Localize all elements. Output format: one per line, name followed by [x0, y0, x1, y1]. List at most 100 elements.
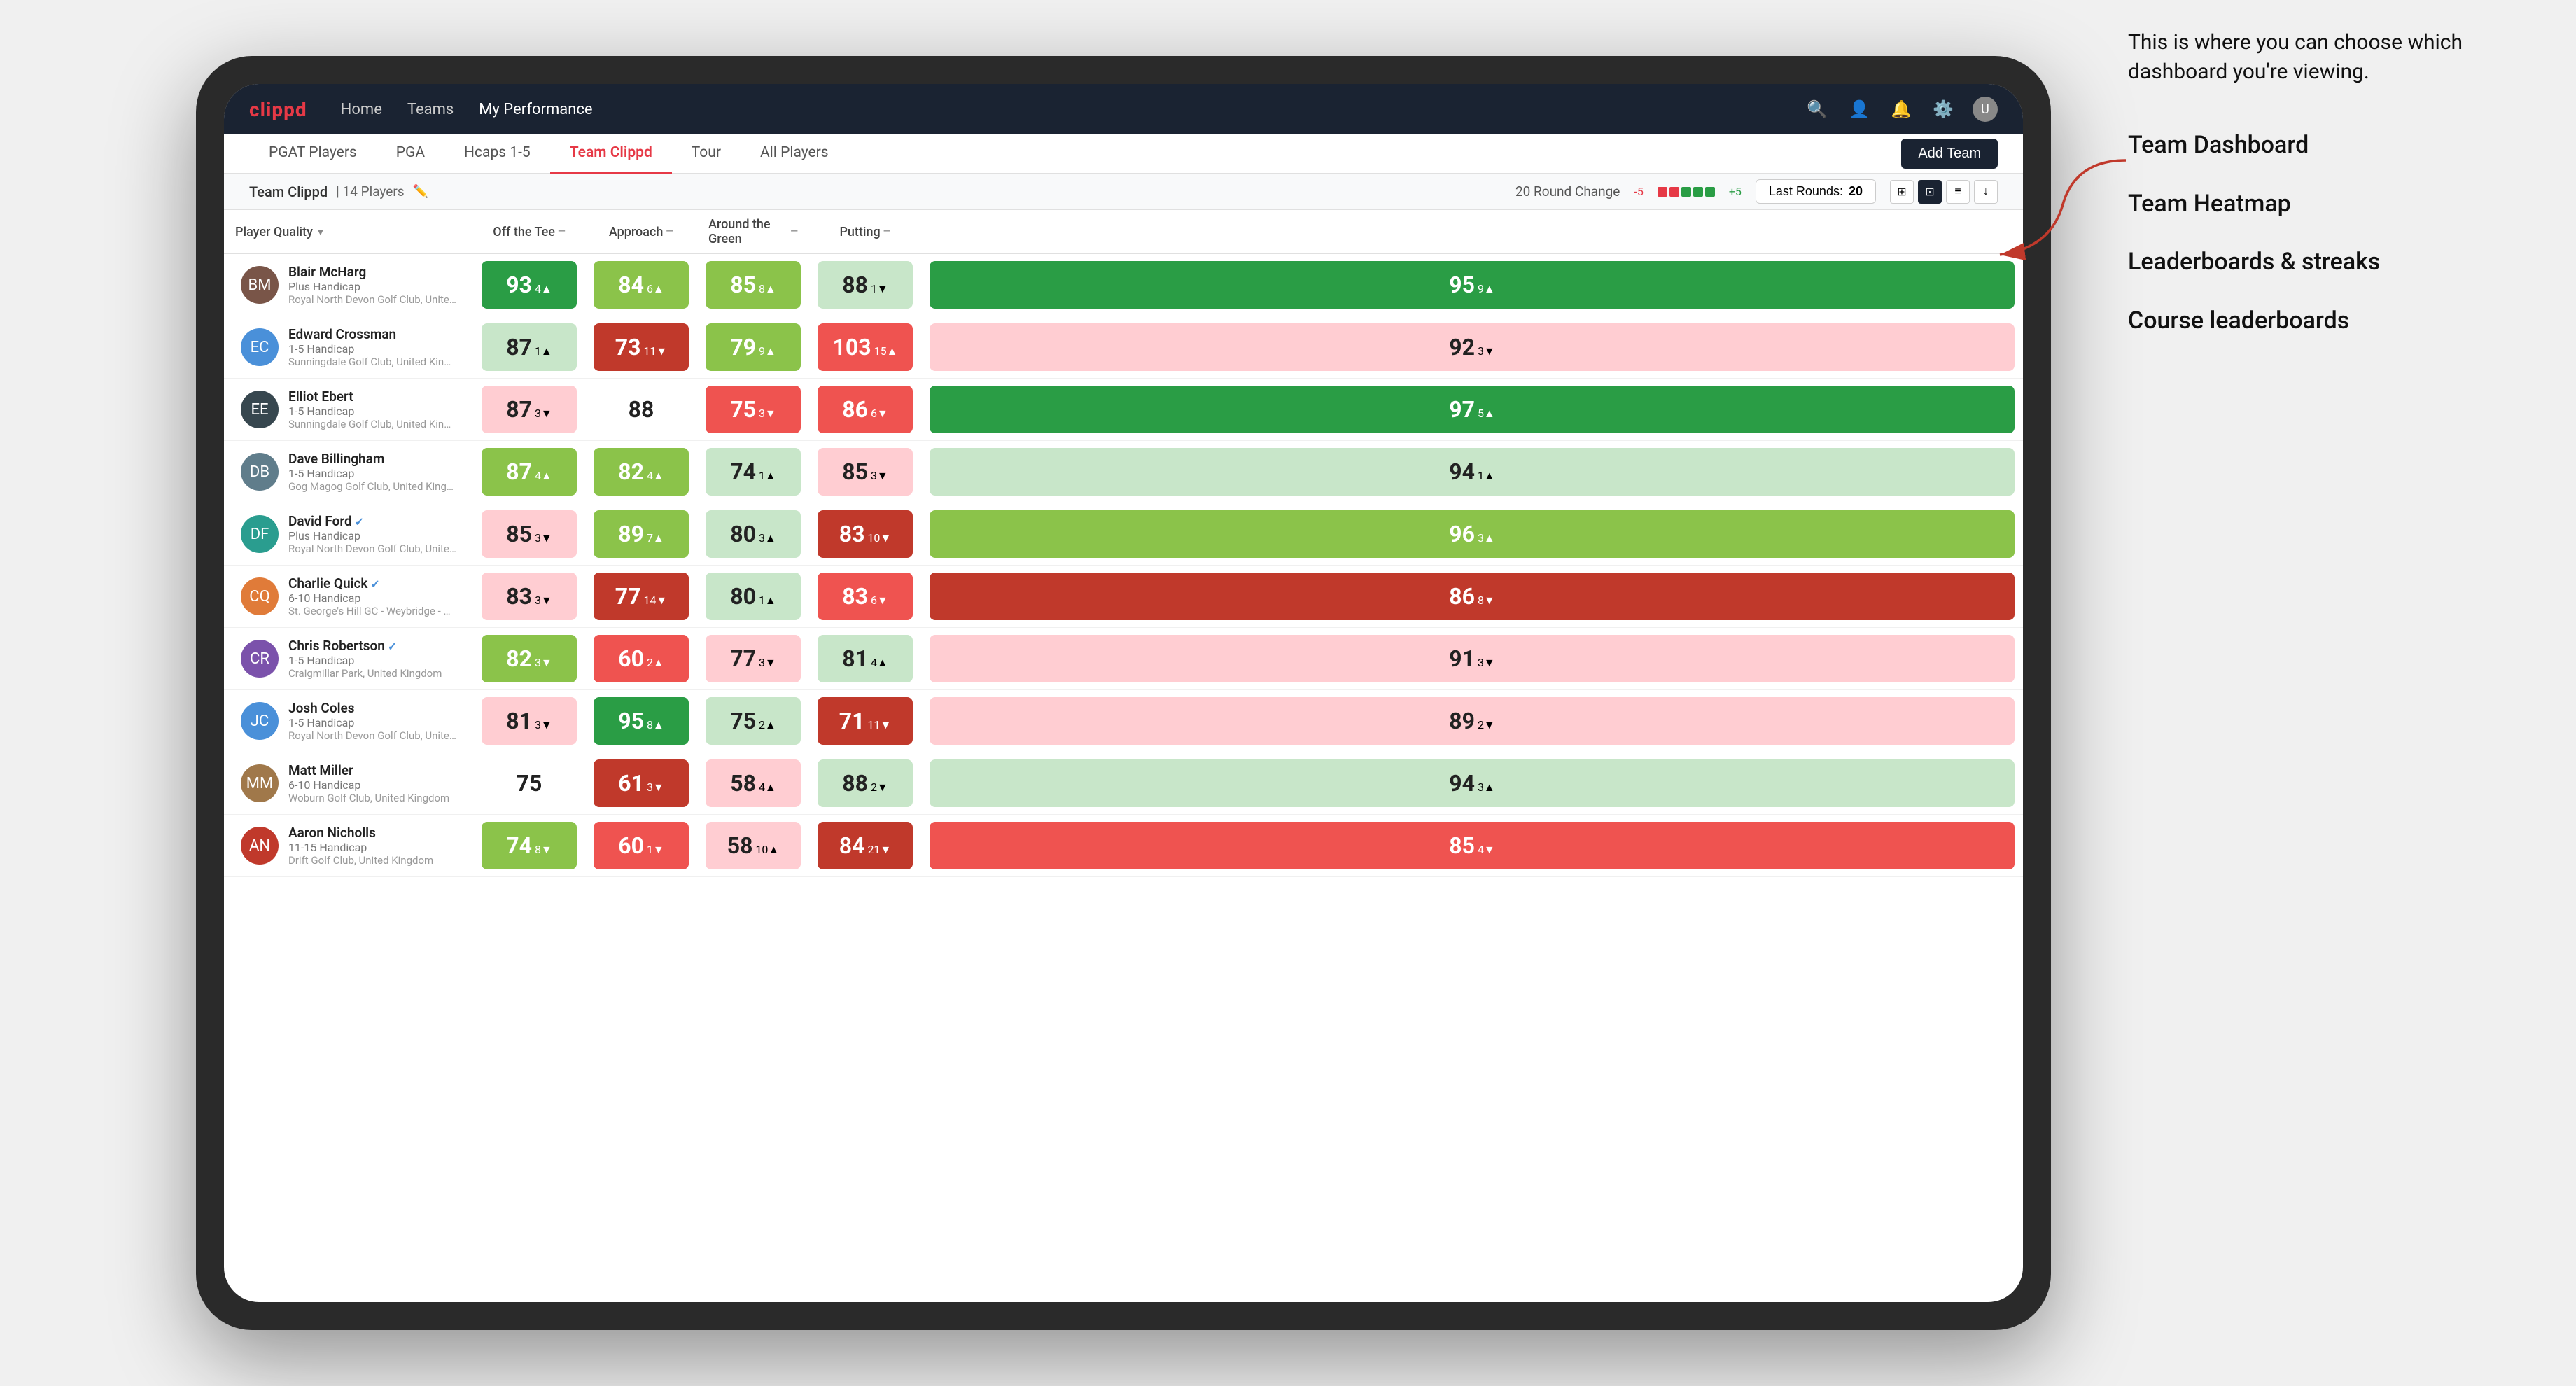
sub-nav-team-clippd[interactable]: Team Clippd — [550, 134, 672, 174]
sub-nav-hcaps[interactable]: Hcaps 1-5 — [444, 134, 550, 174]
player-name[interactable]: Dave Billingham — [288, 451, 456, 467]
score-box: 96 3▲ — [930, 510, 2015, 558]
player-name[interactable]: Matt Miller — [288, 762, 449, 778]
score-content: 60 1▼ — [618, 832, 664, 859]
th-off-tee-sort[interactable]: — — [558, 226, 566, 237]
score-value: 95 — [1449, 272, 1475, 298]
score-cell-player_quality-6: 82 3▼ — [473, 628, 585, 690]
player-handicap: 1-5 Handicap — [288, 467, 456, 480]
score-cell-approach-1: 79 9▲ — [697, 316, 809, 379]
annotation-area: This is where you can choose which dashb… — [2128, 28, 2534, 363]
score-content: 58 10▲ — [727, 832, 780, 859]
score-cell-putting-3: 94 1▲ — [921, 441, 2023, 503]
score-box: 79 9▲ — [706, 323, 801, 371]
table-row[interactable]: DB Dave Billingham 1-5 Handicap Gog Mago… — [224, 441, 2023, 503]
score-content: 77 14▼ — [615, 583, 668, 610]
player-avatar: BM — [241, 266, 279, 304]
avatar[interactable]: U — [1973, 97, 1998, 122]
player-name[interactable]: Edward Crossman — [288, 326, 456, 342]
player-name[interactable]: Chris Robertson✓ — [288, 638, 442, 654]
th-putting-sort[interactable]: — — [883, 226, 891, 237]
player-name[interactable]: Elliot Ebert — [288, 388, 456, 405]
player-cell-2: EE Elliot Ebert 1-5 Handicap Sunningdale… — [224, 379, 473, 441]
table-row[interactable]: EE Elliot Ebert 1-5 Handicap Sunningdale… — [224, 379, 2023, 441]
table-row[interactable]: BM Blair McHarg Plus Handicap Royal Nort… — [224, 254, 2023, 316]
score-box: 83 10▼ — [818, 510, 913, 558]
player-club: Sunningdale Golf Club, United Kingdom — [288, 356, 456, 368]
view-grid-button[interactable]: ⊞ — [1890, 180, 1914, 204]
table-row[interactable]: EC Edward Crossman 1-5 Handicap Sunningd… — [224, 316, 2023, 379]
th-approach: Approach — — [585, 210, 697, 254]
score-value: 95 — [618, 708, 644, 734]
nav-link-my-performance[interactable]: My Performance — [479, 101, 592, 118]
score-cell-around_green-9: 84 21▼ — [809, 815, 921, 877]
score-cell-approach-8: 58 4▲ — [697, 752, 809, 815]
score-change: 1▼ — [871, 282, 888, 296]
person-icon[interactable]: 👤 — [1847, 97, 1872, 122]
score-box: 75 2▲ — [706, 697, 801, 745]
th-player-quality-sort[interactable]: ▼ — [316, 226, 326, 238]
score-value: 75 — [730, 396, 756, 423]
sub-nav-tour[interactable]: Tour — [672, 134, 741, 174]
score-change: 3▼ — [647, 780, 664, 794]
last-rounds-label: Last Rounds: — [1769, 184, 1843, 199]
search-icon[interactable]: 🔍 — [1805, 97, 1830, 122]
table-container: Player Quality ▼ Off the Tee — — [224, 210, 2023, 1302]
view-heatmap-button[interactable]: ⊡ — [1918, 180, 1942, 204]
table-row[interactable]: DF David Ford✓ Plus Handicap Royal North… — [224, 503, 2023, 566]
score-value: 87 — [506, 458, 532, 485]
player-info: Aaron Nicholls 11-15 Handicap Drift Golf… — [288, 825, 433, 867]
score-box: 80 3▲ — [706, 510, 801, 558]
score-cell-around_green-5: 83 6▼ — [809, 566, 921, 628]
th-off-tee-label: Off the Tee — [493, 225, 555, 239]
edit-icon[interactable]: ✏️ — [413, 184, 428, 199]
score-value: 84 — [839, 832, 865, 859]
score-content: 73 11▼ — [615, 334, 668, 360]
nav-link-home[interactable]: Home — [341, 101, 382, 118]
score-content: 84 6▲ — [618, 272, 664, 298]
table-row[interactable]: JC Josh Coles 1-5 Handicap Royal North D… — [224, 690, 2023, 752]
nav-link-teams[interactable]: Teams — [407, 101, 454, 118]
bar-segment-green-1 — [1681, 187, 1691, 197]
player-name[interactable]: Aaron Nicholls — [288, 825, 433, 841]
th-approach-sort[interactable]: — — [666, 226, 673, 237]
score-content: 75 2▲ — [730, 708, 776, 734]
score-change: 3▼ — [535, 531, 552, 545]
bell-icon[interactable]: 🔔 — [1889, 97, 1914, 122]
player-name[interactable]: Josh Coles — [288, 700, 456, 716]
score-cell-player_quality-3: 87 4▲ — [473, 441, 585, 503]
score-box: 60 2▲ — [594, 635, 689, 682]
score-content: 85 3▼ — [842, 458, 888, 485]
score-content: 60 2▲ — [618, 645, 664, 672]
player-name[interactable]: Blair McHarg — [288, 264, 456, 280]
score-value: 74 — [506, 832, 532, 859]
player-handicap: 1-5 Handicap — [288, 405, 456, 418]
table-row[interactable]: AN Aaron Nicholls 11-15 Handicap Drift G… — [224, 815, 2023, 877]
last-rounds-button[interactable]: Last Rounds: 20 — [1756, 179, 1876, 204]
score-cell-off_tee-5: 77 14▼ — [585, 566, 697, 628]
table-row[interactable]: CQ Charlie Quick✓ 6-10 Handicap St. Geor… — [224, 566, 2023, 628]
score-cell-around_green-2: 86 6▼ — [809, 379, 921, 441]
score-content: 89 2▼ — [1449, 708, 1495, 734]
score-content: 58 4▲ — [730, 770, 776, 797]
score-change: 2▼ — [871, 780, 888, 794]
sub-nav-pga[interactable]: PGA — [377, 134, 444, 174]
player-name[interactable]: Charlie Quick✓ — [288, 575, 456, 592]
sub-nav-pgat-players[interactable]: PGAT Players — [249, 134, 377, 174]
score-change: 4▲ — [535, 469, 552, 483]
table-row[interactable]: CR Chris Robertson✓ 1-5 Handicap Craigmi… — [224, 628, 2023, 690]
score-content: 94 3▲ — [1449, 770, 1495, 797]
player-name[interactable]: David Ford✓ — [288, 513, 456, 529]
table-row[interactable]: MM Matt Miller 6-10 Handicap Woburn Golf… — [224, 752, 2023, 815]
score-box: 75 3▼ — [706, 386, 801, 433]
th-around-green-sort[interactable]: — — [790, 226, 798, 237]
score-value: 85 — [730, 272, 756, 298]
settings-icon[interactable]: ⚙️ — [1931, 97, 1956, 122]
bar-segment-red-1 — [1658, 187, 1667, 197]
score-change: 11▼ — [643, 344, 667, 358]
th-off-tee: Off the Tee — — [473, 210, 585, 254]
last-rounds-value: 20 — [1849, 184, 1863, 199]
score-box: 85 3▼ — [818, 448, 913, 496]
score-content: 87 4▲ — [506, 458, 552, 485]
sub-nav-all-players[interactable]: All Players — [741, 134, 848, 174]
